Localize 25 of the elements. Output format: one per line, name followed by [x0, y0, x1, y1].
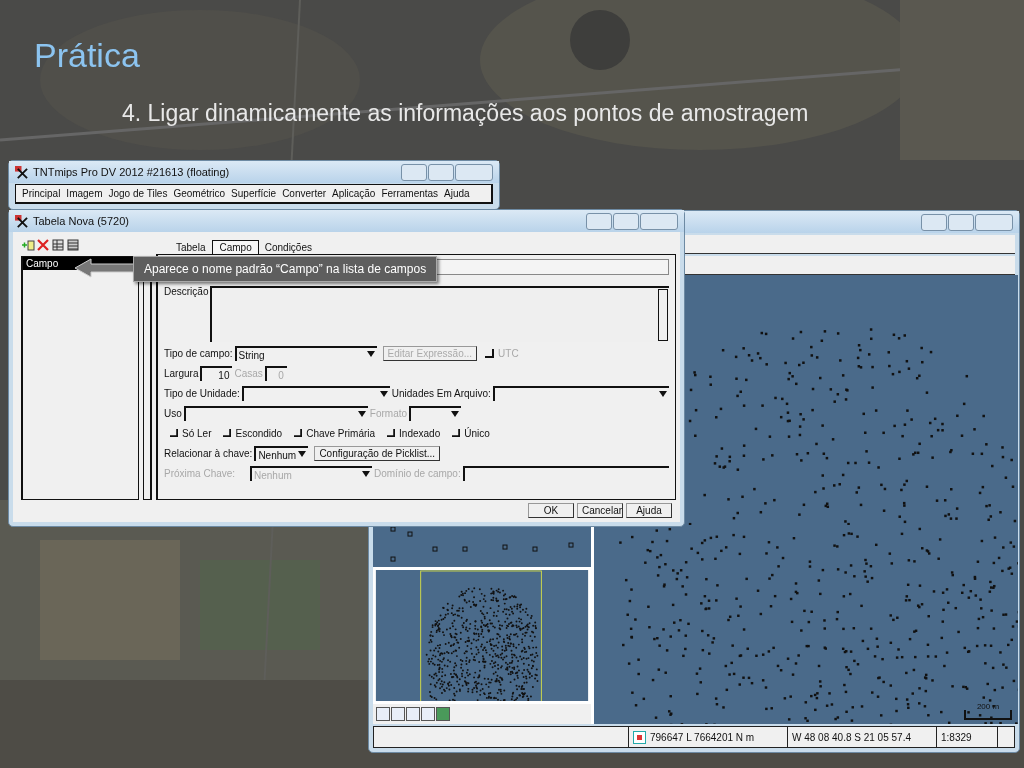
coordinates-text: 796647 L 7664201 N m [650, 731, 755, 743]
slide-title: Prática [34, 36, 140, 75]
field-label: Casas [234, 367, 263, 379]
geographic-coordinates: W 48 08 40.8 S 21 05 57.4 [788, 727, 937, 747]
checkbox-label: Único [464, 427, 490, 439]
field-label: Tipo de Unidade: [164, 387, 240, 399]
checkbox-label: UTC [498, 347, 519, 359]
field-label: Unidades Em Arquivo: [391, 387, 491, 399]
checkbox-label: Só Ler [182, 427, 212, 439]
field-label: Formato [369, 407, 408, 419]
field-label: Domínio de campo: [374, 467, 461, 479]
field-label: Próxima Chave: [164, 467, 237, 479]
window-title: TNTmips Pro DV 2012 #21613 (floating) [33, 166, 230, 178]
field-label: Uso [164, 407, 182, 419]
field-label: Largura [164, 367, 199, 379]
checkbox-label: Indexado [399, 427, 441, 439]
map-scale: 1:8329 [937, 727, 998, 747]
slide-subtitle: 4. Ligar dinamicamente as informações aos pontos de amostragem [122, 100, 809, 127]
checkbox-label: Escondido [235, 427, 283, 439]
field-label: Relacionar à chave: [164, 447, 253, 459]
window-title: Tabela Nova (5720) [33, 215, 129, 227]
field-label: Tipo de campo: [164, 347, 233, 359]
field-label: Descrição [164, 286, 209, 297]
callout-tooltip: Aparece o nome padrão “Campo” na lista de campos [133, 256, 438, 282]
checkbox-label: Chave Primária [306, 427, 376, 439]
